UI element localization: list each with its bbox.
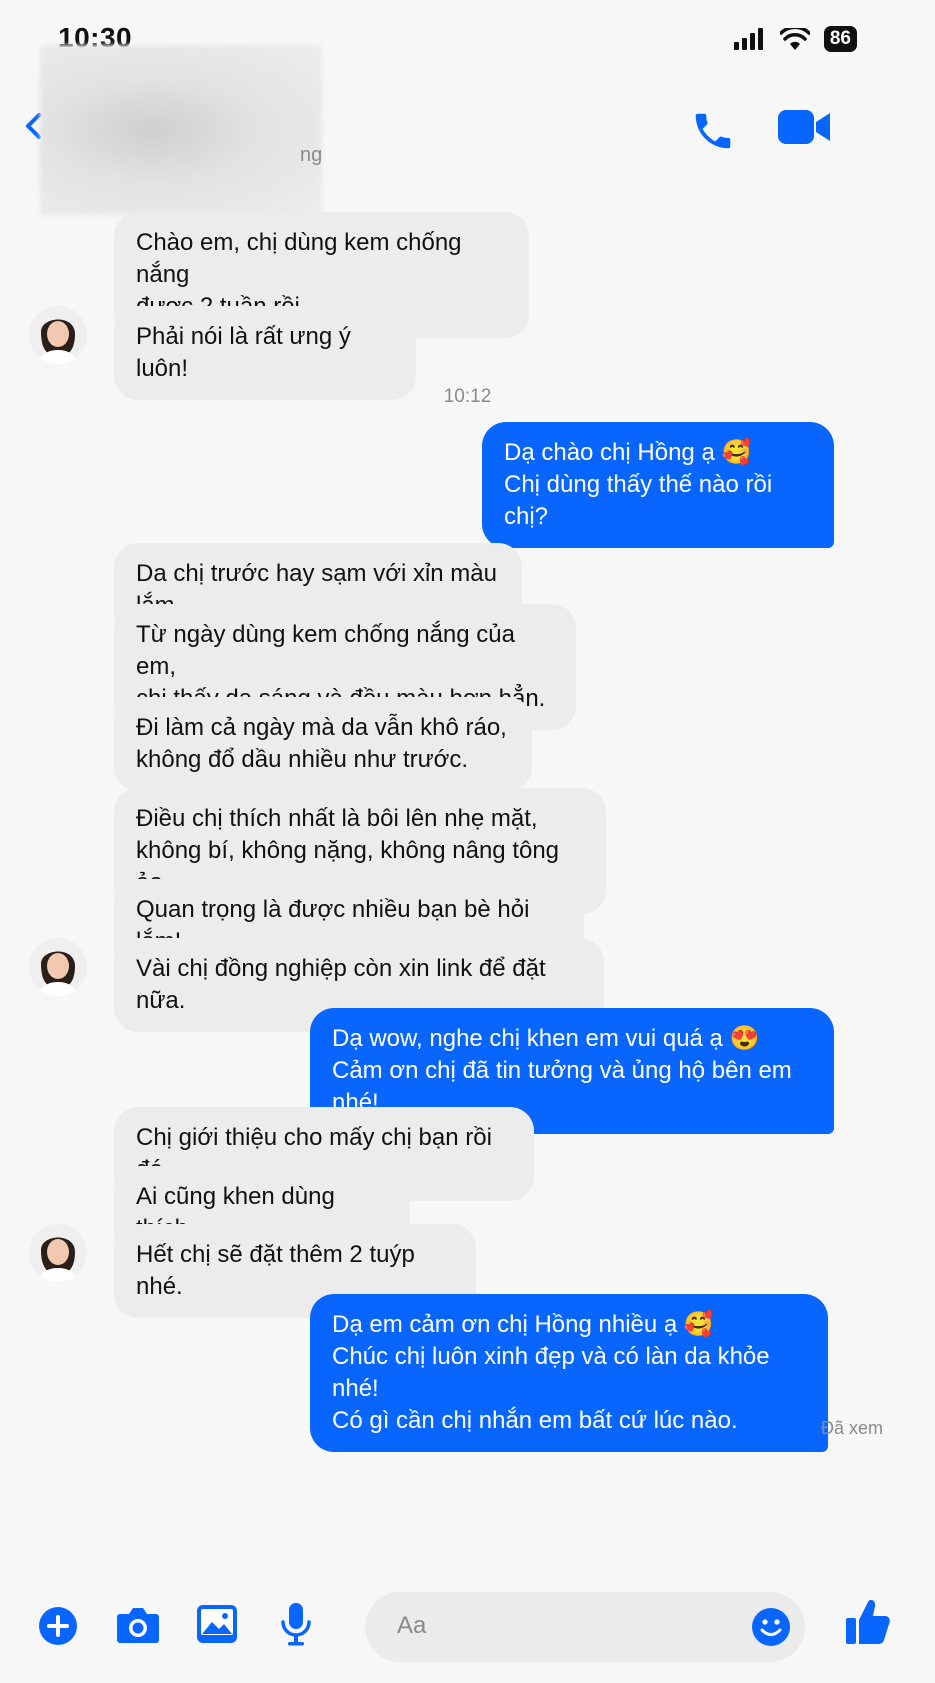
gallery-icon[interactable] [196,1604,238,1644]
message-timestamp: 10:12 [443,386,492,407]
seen-receipt: Đã xem [820,1418,883,1438]
message-bubble-outgoing[interactable]: Dạ em cảm ơn chị Hồng nhiều ạ 🥰 Chúc chị… [310,1294,828,1452]
contact-status-text: ng [300,144,323,166]
wifi-icon [779,28,810,50]
message-input[interactable]: Aa [365,1592,805,1662]
message-bubble-outgoing[interactable]: Dạ chào chị Hồng ạ 🥰 Chị dùng thấy thế n… [482,422,834,548]
battery-indicator: 86 [823,26,857,52]
contact-avatar[interactable] [29,1224,87,1282]
microphone-icon[interactable] [280,1602,312,1646]
contact-avatar[interactable] [29,306,87,364]
message-input-placeholder: Aa [397,1612,427,1639]
emoji-icon[interactable] [751,1607,791,1647]
phone-call-icon[interactable] [690,108,736,154]
contact-avatar[interactable] [29,938,87,996]
video-call-icon[interactable] [778,110,830,144]
camera-icon[interactable] [116,1606,160,1644]
plus-icon[interactable] [38,1606,78,1646]
message-bubble-incoming[interactable]: Đi làm cả ngày mà da vẫn khô ráo, không … [114,697,532,791]
signal-icon [733,28,763,50]
blurred-contact-info[interactable] [40,45,322,215]
thumbs-up-icon[interactable] [846,1598,890,1646]
status-icons: 86 [733,26,857,52]
